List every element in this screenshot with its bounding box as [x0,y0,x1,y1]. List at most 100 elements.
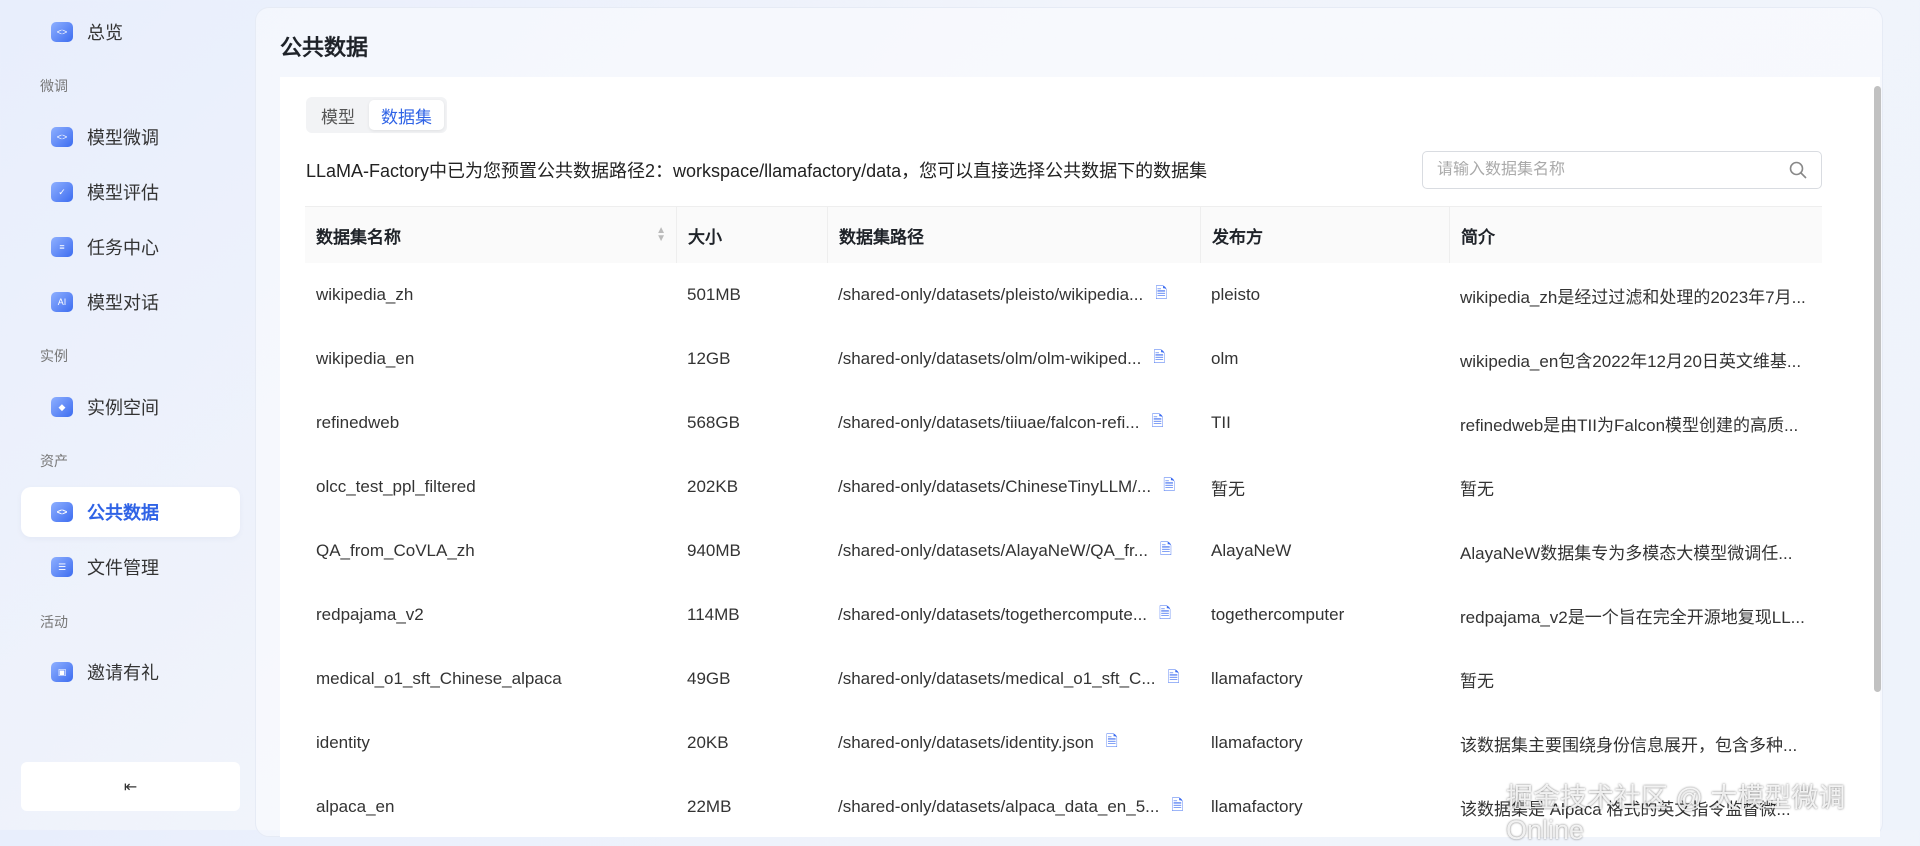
collapse-sidebar-button[interactable]: ⇤ [21,762,240,811]
nav-invite[interactable]: ▣ 邀请有礼 [21,647,240,697]
path-text: /shared-only/datasets/alpaca_data_en_5..… [838,797,1160,816]
cell-publisher: olm [1211,349,1239,368]
layers-icon: ◆ [51,397,73,417]
section-label: 实例 [40,348,68,364]
nav-label: 公共数据 [87,503,159,523]
cell-intro: wikipedia_en包含2022年12月20日英文维基... [1460,351,1802,371]
path-text: /shared-only/datasets/olm/olm-wikiped... [838,349,1142,368]
description-text: LLaMA-Factory中已为您预置公共数据路径2：workspace/lla… [306,161,1208,181]
table-row[interactable]: medical_o1_sft_Chinese_alpaca 49GB /shar… [305,647,1822,711]
ai-chat-icon: AI [51,292,73,312]
cell-size: 568GB [687,413,740,432]
sidebar: <> 总览 微调 <> 模型微调 ✓ 模型评估 ≡ 任务中心 AI 模型对话 实例 ◆ 实例… [0,0,251,830]
table-row[interactable]: wikipedia_en 12GB /shared-only/datasets/… [305,327,1822,391]
cell-size: 49GB [687,669,731,688]
table-row[interactable]: identity 20KB /shared-only/datasets/iden… [305,711,1822,775]
header-size: 大小 [676,207,827,263]
copy-path-icon[interactable]: 🗎 [1163,475,1175,500]
path-text: /shared-only/datasets/AlayaNeW/QA_fr... [838,541,1148,560]
tab-dataset[interactable]: 数据集 [369,100,444,130]
table-row[interactable]: wikipedia_zh 501MB /shared-only/datasets… [305,263,1822,327]
cell-name: medical_o1_sft_Chinese_alpaca [316,669,562,688]
monitor-icon: <> [51,22,73,42]
cell-publisher: togethercomputer [1211,605,1345,624]
data-folder-icon: <> [51,502,73,522]
tab-group: 模型 数据集 [306,97,447,133]
copy-path-icon[interactable]: 🗎 [1155,283,1167,308]
cell-path: /shared-only/datasets/togethercompute...… [827,583,1200,647]
copy-path-icon[interactable]: 🗎 [1159,603,1171,628]
cell-publisher: 暂无 [1211,479,1245,499]
nav-label: 模型对话 [87,293,159,313]
cell-publisher: llamafactory [1211,797,1303,816]
table-row[interactable]: olcc_test_ppl_filtered 202KB /shared-onl… [305,455,1822,519]
cell-name: QA_from_CoVLA_zh [316,541,475,560]
cell-name: refinedweb [316,413,400,432]
cell-intro: redpajama_v2是一个旨在完全开源地复现LL... [1460,607,1805,627]
section-label: 资产 [40,453,68,469]
copy-path-icon[interactable]: 🗎 [1151,411,1163,436]
cell-size: 202KB [687,477,739,496]
header-label: 数据集名称 [316,227,401,247]
table-row[interactable]: refinedweb 568GB /shared-only/datasets/t… [305,391,1822,455]
path-text: /shared-only/datasets/tiiuae/falcon-refi… [838,413,1140,432]
copy-path-icon[interactable]: 🗎 [1168,667,1180,692]
cell-intro: refinedweb是由TII为Falcon模型创建的高质... [1460,415,1799,435]
table-header: 数据集名称 ▲ ▼ 大小 数据集路径 发布方 简介 [305,206,1822,263]
file-icon: ☰ [51,557,73,577]
search-icon[interactable] [1789,161,1807,179]
cell-size: 114MB [687,605,740,624]
search-box[interactable] [1422,151,1822,189]
header-name[interactable]: 数据集名称 ▲ ▼ [305,207,676,263]
table-row[interactable]: QA_from_CoVLA_zh 940MB /shared-only/data… [305,519,1822,583]
tasks-icon: ≡ [51,237,73,257]
nav-public-data[interactable]: <> 公共数据 [21,487,240,537]
nav-label: 模型评估 [87,183,159,203]
nav-model-finetune[interactable]: <> 模型微调 [21,112,240,162]
cell-publisher: llamafactory [1211,733,1303,752]
cell-path: /shared-only/datasets/ChineseTinyLLM/...… [827,455,1200,519]
path-text: /shared-only/datasets/togethercompute... [838,605,1148,624]
cell-publisher: AlayaNeW [1211,541,1292,560]
copy-path-icon[interactable]: 🗎 [1106,731,1118,756]
nav-label: 实例空间 [87,398,159,418]
nav-overview[interactable]: <> 总览 [21,7,240,57]
cell-path: /shared-only/datasets/AlayaNeW/QA_fr... 🗎 [827,519,1200,583]
header-path: 数据集路径 [827,207,1200,263]
copy-path-icon[interactable]: 🗎 [1153,347,1165,372]
check-icon: ✓ [51,182,73,202]
scrollbar[interactable] [1874,86,1881,692]
cell-publisher: llamafactory [1211,669,1303,688]
header-intro: 简介 [1449,207,1822,263]
table-body: wikipedia_zh 501MB /shared-only/datasets… [305,263,1822,839]
header-publisher: 发布方 [1200,207,1449,263]
cell-path: /shared-only/datasets/pleisto/wikipedia.… [827,263,1200,327]
nav-file-management[interactable]: ☰ 文件管理 [21,542,240,592]
cell-path: /shared-only/datasets/identity.json 🗎 [827,711,1200,775]
nav-label: 文件管理 [87,558,159,578]
table-row[interactable]: redpajama_v2 114MB /shared-only/datasets… [305,583,1822,647]
watermark: 掘金技术社区 @ 大模型微调Online [1506,783,1846,845]
cell-intro: 暂无 [1460,671,1494,691]
cell-path: /shared-only/datasets/tiiuae/falcon-refi… [827,391,1200,455]
search-input[interactable] [1437,161,1789,179]
tab-model[interactable]: 模型 [309,100,367,130]
path-text: /shared-only/datasets/medical_o1_sft_C..… [838,669,1156,688]
cell-intro: wikipedia_zh是经过过滤和处理的2023年7月... [1460,287,1806,307]
nav-model-chat[interactable]: AI 模型对话 [21,277,240,327]
cell-size: 12GB [687,349,731,368]
cell-name: redpajama_v2 [316,605,424,624]
copy-path-icon[interactable]: 🗎 [1171,795,1183,820]
cell-name: identity [316,733,370,752]
gift-icon: ▣ [51,662,73,682]
section-label: 活动 [40,614,68,630]
collapse-icon: ⇤ [123,778,138,796]
cell-publisher: TII [1211,413,1231,432]
nav-task-center[interactable]: ≡ 任务中心 [21,222,240,272]
cell-size: 501MB [687,285,741,304]
sort-icon[interactable]: ▲ ▼ [656,226,666,244]
nav-label: 邀请有礼 [87,663,159,683]
copy-path-icon[interactable]: 🗎 [1160,539,1172,564]
nav-model-eval[interactable]: ✓ 模型评估 [21,167,240,217]
nav-instance-space[interactable]: ◆ 实例空间 [21,382,240,432]
